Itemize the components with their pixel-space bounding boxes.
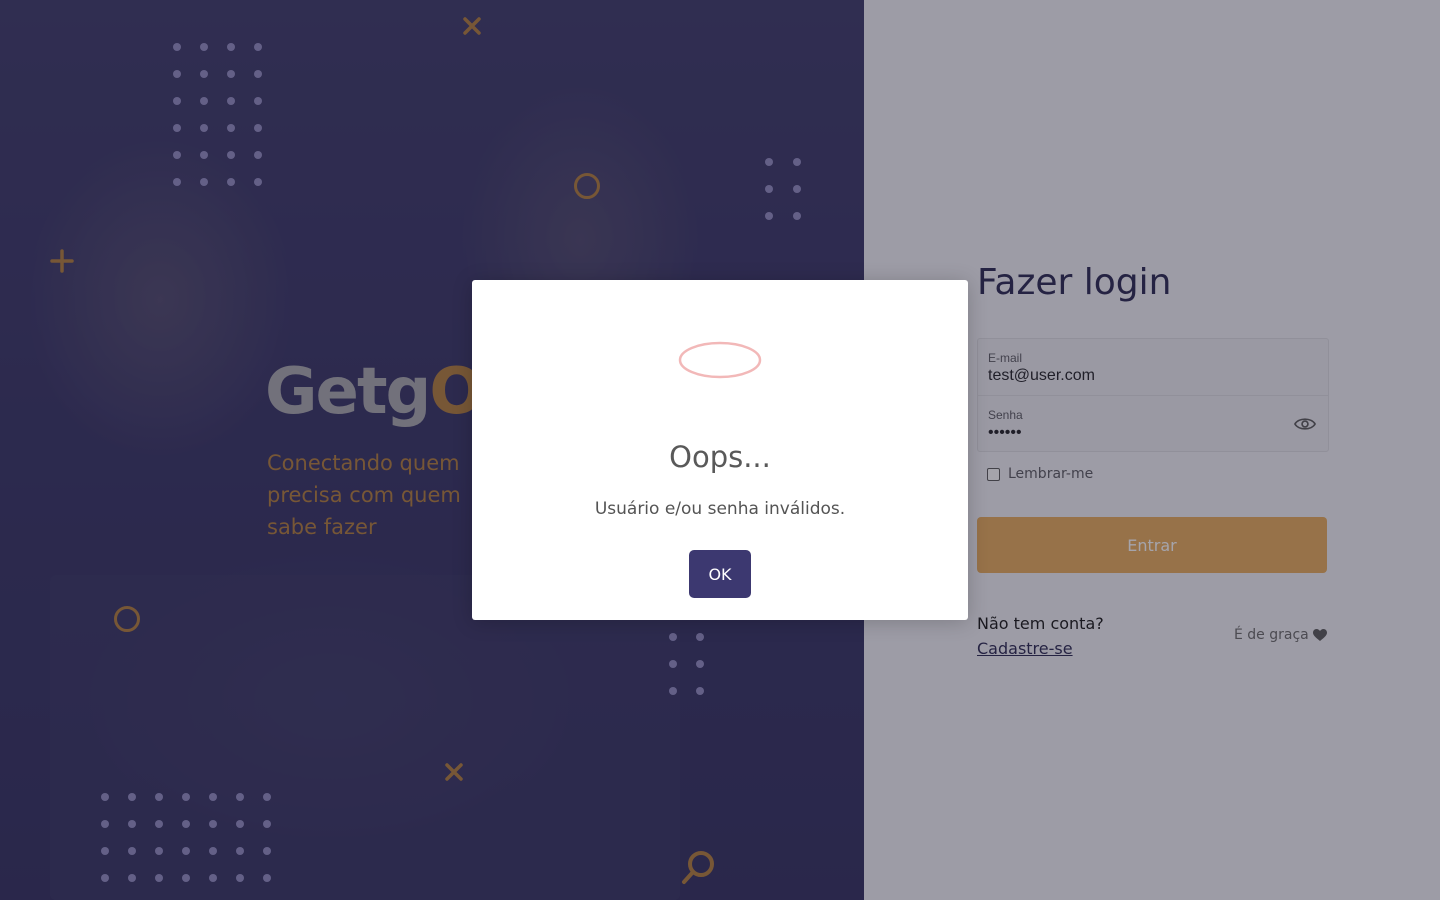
ok-button[interactable]: OK [689, 550, 751, 598]
dialog-title: Oops... [669, 440, 771, 474]
dialog-message: Usuário e/ou senha inválidos. [594, 499, 846, 519]
error-dialog: Oops... Usuário e/ou senha inválidos. OK [472, 280, 968, 620]
error-icon [678, 341, 762, 379]
